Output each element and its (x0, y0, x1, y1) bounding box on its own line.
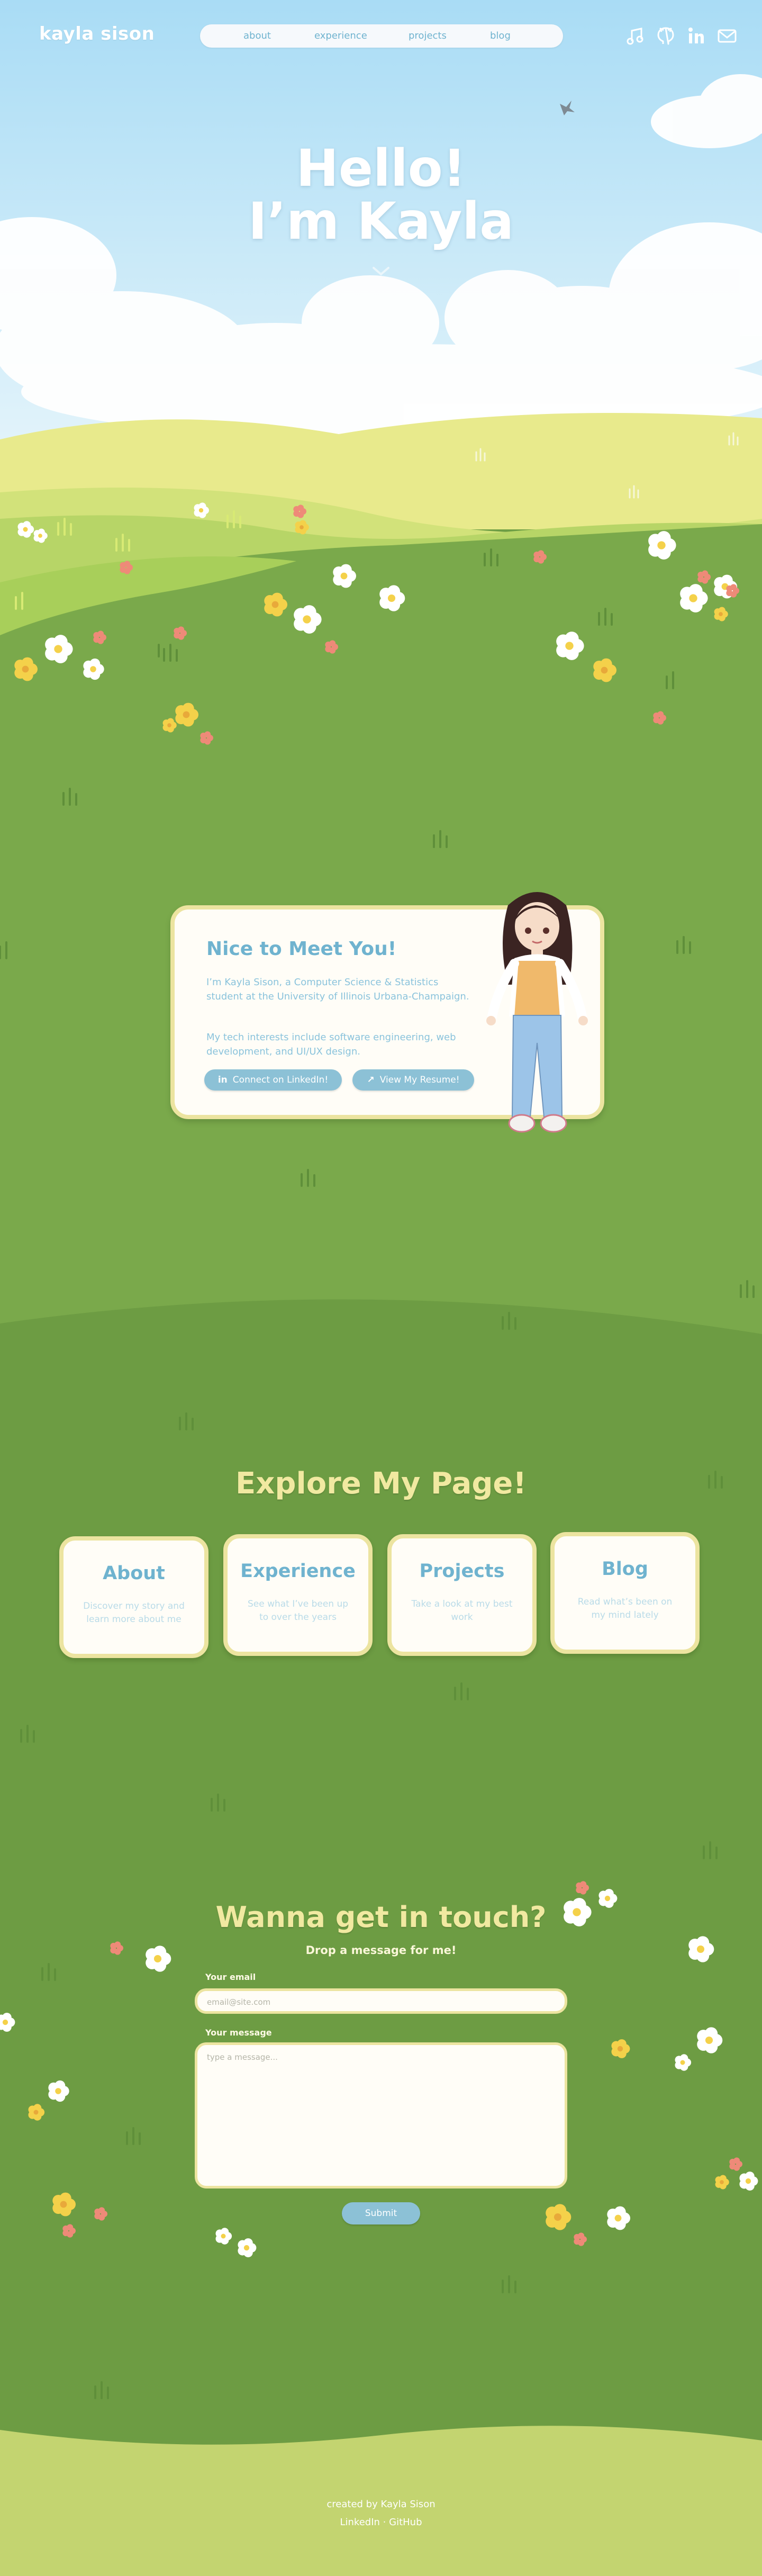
contact-subtitle: Drop a message for me! (305, 1944, 457, 1957)
github-icon[interactable] (655, 25, 676, 47)
explore-card-desc: Discover my story and learn more about m… (83, 1601, 185, 1625)
message-placeholder: type a message... (207, 2052, 278, 2062)
message-label: Your message (205, 2028, 272, 2038)
linkedin-icon: in (217, 1075, 228, 1085)
mail-icon[interactable] (716, 25, 738, 47)
nav-link-projects[interactable]: projects (409, 30, 447, 41)
explore-card-desc: Read what’s been on my mind lately (577, 1597, 673, 1620)
explore-card-experience[interactable]: Experience See what I’ve been up to over… (223, 1534, 373, 1656)
explore-title: Explore My Page! (235, 1466, 527, 1501)
landscape-background (0, 0, 762, 2576)
resume-button-label: View My Resume! (379, 1075, 460, 1085)
email-field[interactable]: email@site.com (195, 1988, 567, 2014)
music-icon[interactable] (624, 25, 646, 47)
explore-card-about[interactable]: About Discover my story and learn more a… (59, 1536, 208, 1658)
explore-card-title: Experience (240, 1561, 356, 1582)
resume-button[interactable]: ↗ View My Resume! (352, 1069, 474, 1091)
site-logo[interactable]: kayla sison (39, 23, 155, 44)
contact-title: Wanna get in touch? (215, 1901, 547, 1934)
email-placeholder: email@site.com (207, 1997, 271, 2007)
message-field[interactable]: type a message... (195, 2042, 567, 2188)
linkedin-button-label: Connect on LinkedIn! (232, 1075, 329, 1085)
explore-card-title: Blog (602, 1559, 648, 1580)
footer-separator: · (383, 2517, 386, 2528)
external-link-icon: ↗ (367, 1075, 375, 1085)
explore-card-title: Projects (419, 1561, 505, 1582)
nav-link-about[interactable]: about (243, 30, 271, 41)
nav-link-experience[interactable]: experience (314, 30, 367, 41)
about-title: Nice to Meet You! (206, 938, 397, 960)
explore-card-blog[interactable]: Blog Read what’s been on my mind lately (550, 1532, 700, 1654)
linkedin-icon[interactable] (686, 25, 707, 47)
about-intro-text: I’m Kayla Sison, a Computer Science & St… (206, 977, 469, 1002)
footer-link-github[interactable]: GitHub (389, 2517, 422, 2528)
explore-card-desc: See what I’ve been up to over the years (247, 1599, 349, 1623)
main-nav: about experience projects blog (200, 24, 563, 48)
nav-link-blog[interactable]: blog (490, 30, 511, 41)
footer-links: LinkedIn · GitHub (0, 2517, 762, 2528)
chevron-down-icon[interactable] (371, 265, 391, 277)
explore-card-desc: Take a look at my best work (411, 1599, 513, 1623)
hero-name: I’m Kayla (248, 192, 514, 251)
submit-button[interactable]: Submit (342, 2202, 420, 2224)
hero-greeting: Hello! (296, 139, 466, 198)
explore-card-projects[interactable]: Projects Take a look at my best work (387, 1534, 537, 1656)
about-interests-text: My tech interests include software engin… (206, 1032, 456, 1057)
footer-credit: created by Kayla Sison (326, 2499, 436, 2510)
explore-card-title: About (103, 1563, 165, 1584)
linkedin-button[interactable]: in Connect on LinkedIn! (204, 1069, 342, 1091)
footer-link-linkedin[interactable]: LinkedIn (340, 2517, 379, 2528)
avatar (486, 892, 588, 1133)
email-label: Your email (205, 1972, 256, 1982)
